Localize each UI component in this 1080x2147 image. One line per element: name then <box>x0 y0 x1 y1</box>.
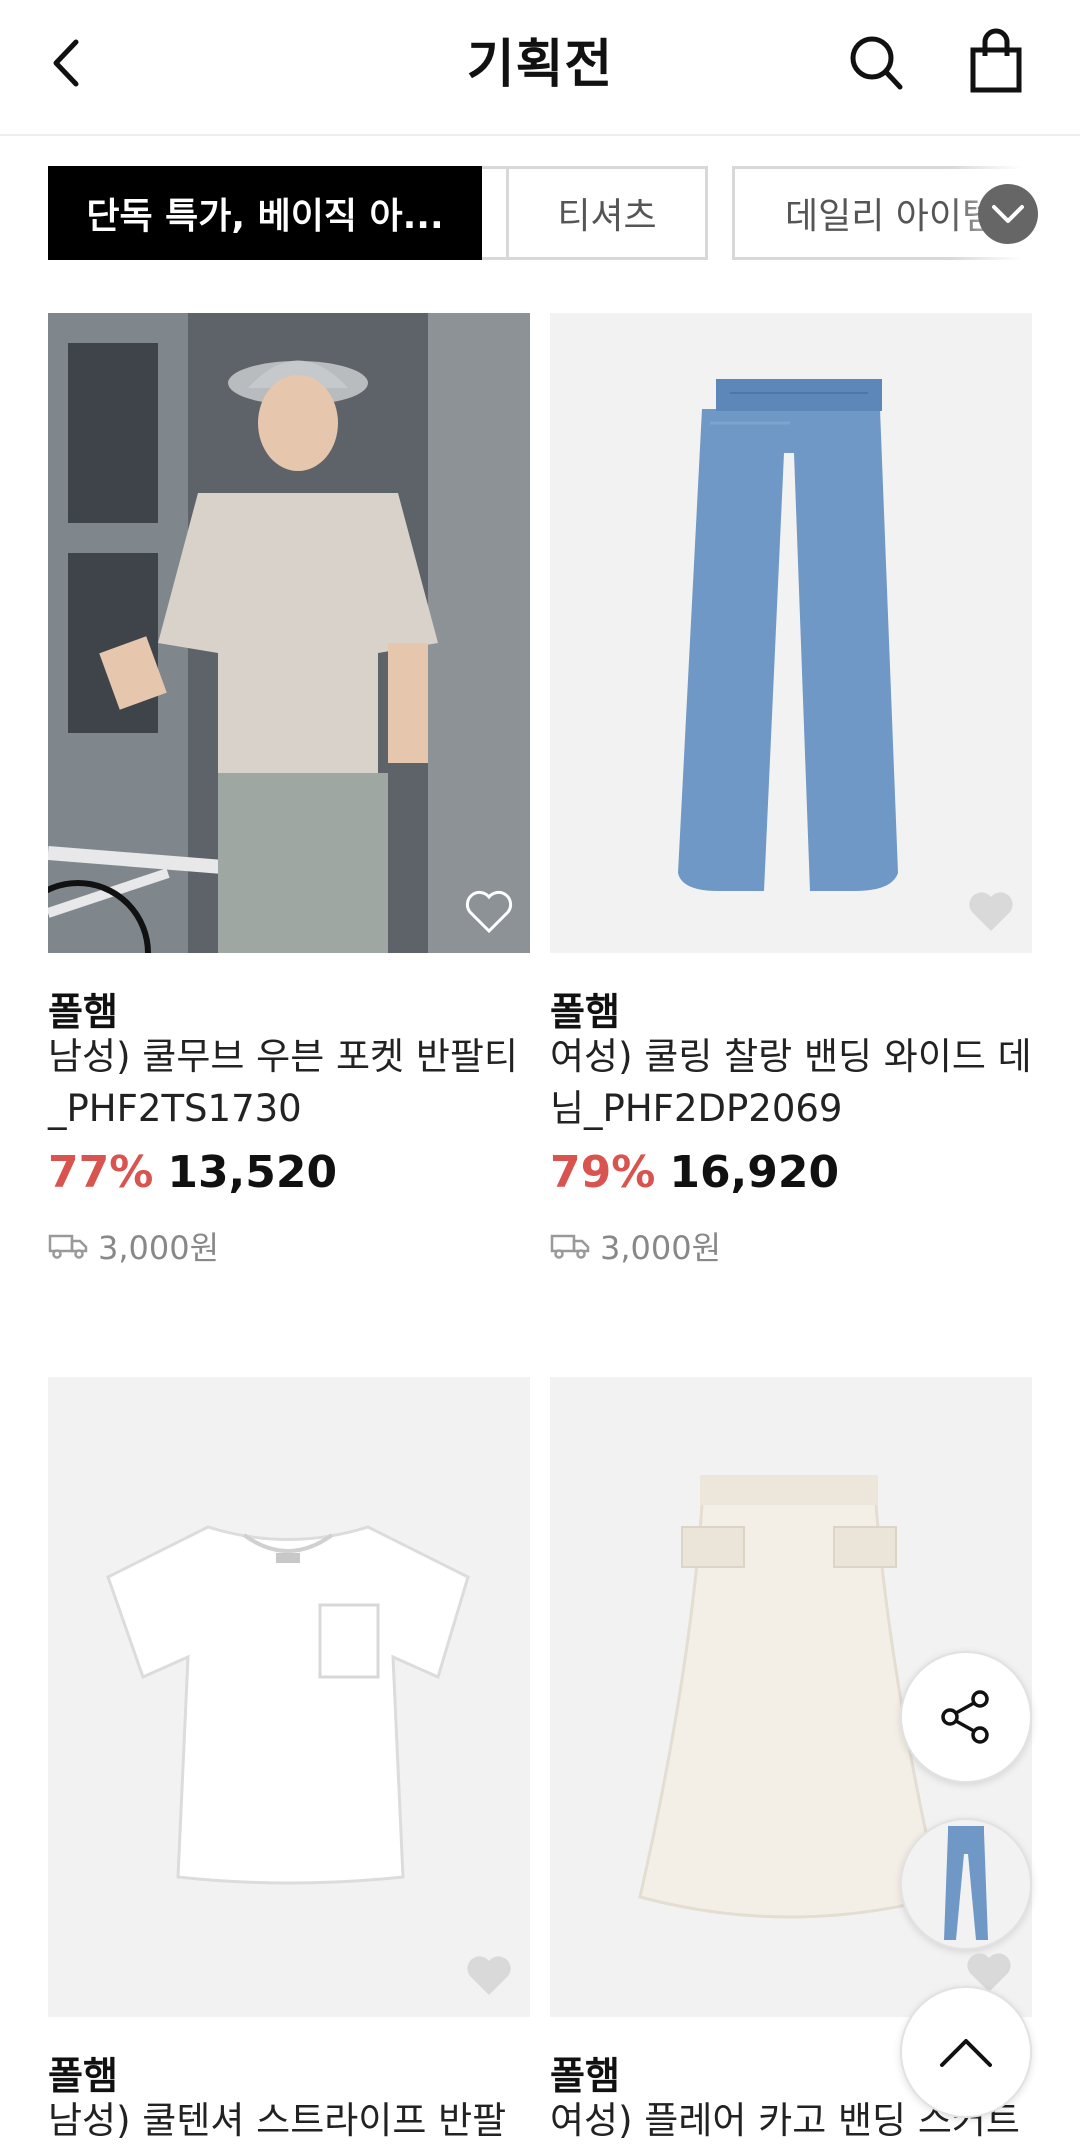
heart-icon[interactable] <box>464 889 514 935</box>
recently-viewed-thumbnail[interactable] <box>900 1818 1032 1950</box>
product-name[interactable]: 여성) 쿨링 찰랑 밴딩 와이드 데님_PHF2DP2069 <box>550 1031 1032 1135</box>
scroll-top-button[interactable] <box>900 1986 1032 2118</box>
shipping-fee: 3,000원 <box>48 1223 219 1269</box>
sale-price: 16,920 <box>669 1147 840 1198</box>
top-app-bar: 기획전 <box>0 0 1080 136</box>
truck-icon <box>550 1234 590 1259</box>
shipping-fee-value: 3,000원 <box>98 1229 220 1267</box>
chevron-down-icon[interactable] <box>978 184 1038 244</box>
product-image[interactable] <box>48 1377 530 2017</box>
heart-icon[interactable] <box>966 889 1016 935</box>
search-icon[interactable] <box>846 30 906 94</box>
shipping-fee-value: 3,000원 <box>600 1229 722 1267</box>
share-icon <box>941 1690 989 1744</box>
product-image[interactable] <box>550 313 1032 953</box>
share-button[interactable] <box>900 1651 1032 1783</box>
product-card[interactable]: 폴햄 남성) 쿨텐셔 스트라이프 반팔 <box>48 1377 530 2142</box>
tab-special-deal[interactable]: 단독 특가, 베이직 아... <box>48 166 482 260</box>
product-brand: 폴햄 <box>550 2054 620 2098</box>
price-row: 79% 16,920 <box>550 1147 839 1198</box>
chevron-up-icon <box>940 2039 992 2067</box>
tab-tshirts[interactable]: 티셔츠 <box>506 166 708 260</box>
product-image[interactable] <box>48 313 530 953</box>
price-row: 77% 13,520 <box>48 1147 337 1198</box>
product-card[interactable]: 폴햄 남성) 쿨무브 우븐 포켓 반팔티_PHF2TS1730 77% 13,52… <box>48 313 530 1293</box>
sale-price: 13,520 <box>167 1147 338 1198</box>
product-brand: 폴햄 <box>48 2054 118 2098</box>
product-brand: 폴햄 <box>550 990 620 1034</box>
product-card[interactable]: 폴햄 여성) 쿨링 찰랑 밴딩 와이드 데님_PHF2DP2069 79% 16,… <box>550 313 1032 1293</box>
shipping-fee: 3,000원 <box>550 1223 721 1269</box>
category-tabs: 단독 특가, 베이직 아... 티셔츠 데일리 아이템 <box>0 166 1080 266</box>
page-title: 기획전 <box>466 35 614 95</box>
product-name[interactable]: 남성) 쿨텐셔 스트라이프 반팔 <box>48 2095 530 2147</box>
product-name[interactable]: 남성) 쿨무브 우븐 포켓 반팔티_PHF2TS1730 <box>48 1031 530 1135</box>
truck-icon <box>48 1234 88 1259</box>
shopping-bag-icon[interactable] <box>966 28 1026 96</box>
heart-icon[interactable] <box>464 1953 514 1999</box>
product-brand: 폴햄 <box>48 990 118 1034</box>
discount-rate: 77% <box>48 1147 154 1198</box>
discount-rate: 79% <box>550 1147 656 1198</box>
